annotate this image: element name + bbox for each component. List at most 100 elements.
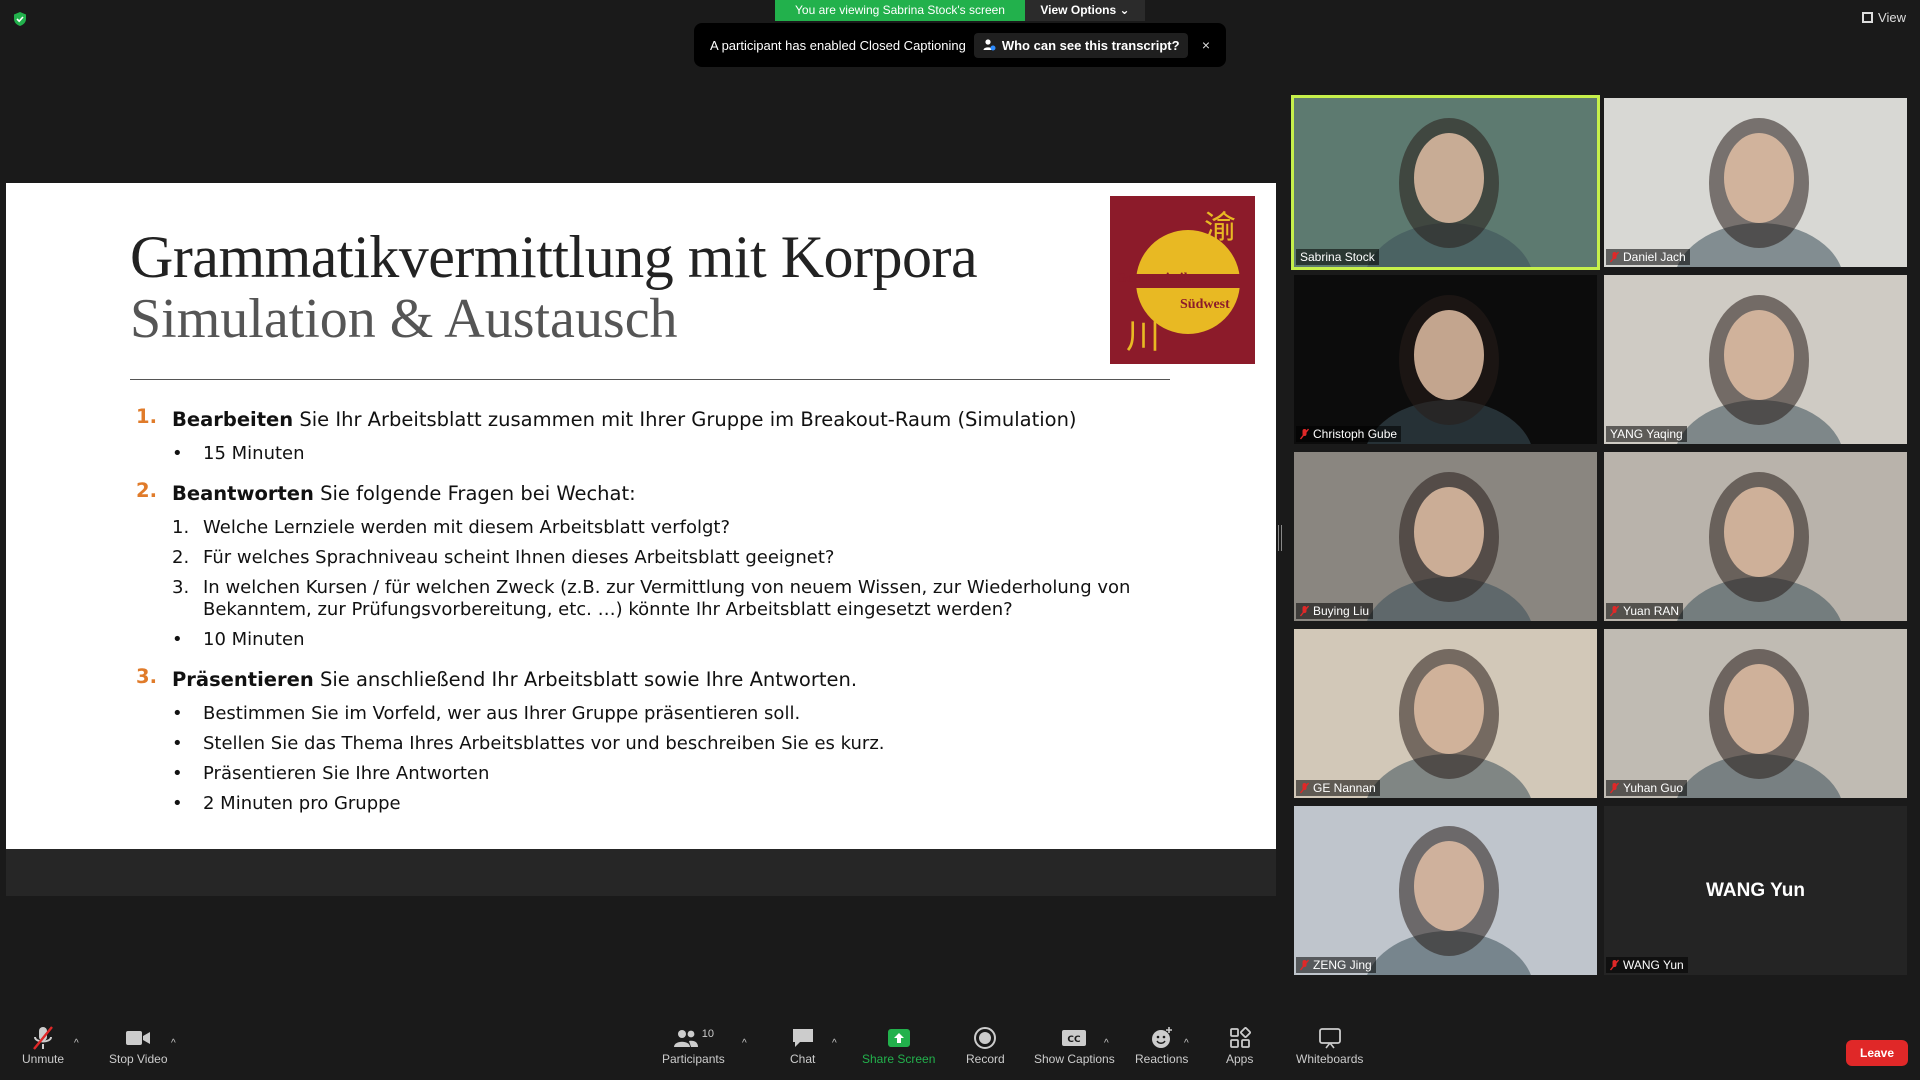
record-label: Record	[966, 1052, 1005, 1066]
captions-options-chevron-icon[interactable]: ^	[1104, 1038, 1109, 1049]
participant-tile[interactable]: YANG Yaqing	[1604, 275, 1907, 444]
participant-gallery: Sabrina Stock Daniel Jach Christoph Gube YA…	[1291, 95, 1910, 978]
subitem-text: 10 Minuten	[203, 629, 305, 650]
logo-char-top: 渝	[1204, 208, 1236, 246]
participant-tile[interactable]: Sabrina Stock	[1291, 95, 1600, 270]
viewing-screen-label: You are viewing Sabrina Stock's screen	[775, 0, 1025, 21]
microphone-muted-icon	[1300, 428, 1309, 440]
share-screen-button[interactable]: Share Screen	[862, 1024, 935, 1066]
participants-button[interactable]: 10 Participants	[662, 1024, 725, 1066]
subitem-text: 15 Minuten	[203, 443, 305, 464]
task-verb: Präsentieren	[172, 668, 314, 691]
security-shield-icon[interactable]	[12, 11, 28, 27]
reactions-options-chevron-icon[interactable]: ^	[1184, 1038, 1189, 1049]
participants-count: 10	[701, 1028, 714, 1040]
unmute-button[interactable]: Unmute	[22, 1024, 64, 1066]
participants-options-chevron-icon[interactable]: ^	[742, 1038, 747, 1049]
who-can-see-label: Who can see this transcript?	[1001, 37, 1180, 53]
task-heading: Bearbeiten Sie Ihr Arbeitsblatt zusammen…	[172, 405, 1176, 435]
show-captions-button[interactable]: CC Show Captions	[1034, 1024, 1115, 1066]
microphone-muted-icon	[1610, 959, 1619, 971]
apps-button[interactable]: Apps	[1226, 1024, 1253, 1066]
whiteboards-button[interactable]: Whiteboards	[1296, 1024, 1363, 1066]
participant-name: Buying Liu	[1313, 604, 1370, 618]
participant-name-label: Yuan RAN	[1606, 603, 1684, 619]
presentation-slide: Grammatikvermittlung mit Korpora Simulat…	[6, 183, 1276, 849]
subitem-marker: •	[172, 629, 183, 650]
subitem-marker: •	[172, 733, 183, 754]
chevron-down-icon: ⌄	[1119, 3, 1130, 17]
chat-button[interactable]: Chat	[790, 1024, 815, 1066]
participant-video	[1294, 629, 1597, 798]
chat-bubble-icon	[792, 1029, 813, 1047]
task-subitem: 1. Welche Lernziele werden mit diesem Arb…	[172, 517, 1176, 539]
subitem-marker: •	[172, 703, 183, 724]
task-subitem: • 2 Minuten pro Gruppe	[172, 793, 1176, 815]
participant-tile[interactable]: ZENG Jing	[1294, 806, 1597, 975]
task-subitem: • Stellen Sie das Thema Ihres Arbeitsblat…	[172, 733, 1176, 755]
participant-tile[interactable]: Daniel Jach	[1604, 98, 1907, 267]
participant-tile[interactable]: Yuhan Guo	[1604, 629, 1907, 798]
audio-options-chevron-icon[interactable]: ^	[74, 1038, 79, 1049]
subitem-text: 2 Minuten pro Gruppe	[203, 793, 401, 814]
participant-video	[1294, 452, 1597, 621]
participant-video	[1294, 98, 1597, 267]
logo-line2: Südwest	[1180, 297, 1230, 312]
participant-name: Sabrina Stock	[1300, 250, 1375, 264]
view-layout-label: View	[1878, 10, 1906, 25]
task-subitem: 3. In welchen Kursen / für welchen Zweck …	[172, 577, 1176, 621]
title-divider	[130, 379, 1170, 380]
participant-video	[1604, 275, 1907, 444]
participant-name-label: Christoph Gube	[1296, 426, 1402, 442]
participant-name-label: WANG Yun	[1606, 957, 1688, 973]
record-button[interactable]: Record	[966, 1024, 1005, 1066]
chat-options-chevron-icon[interactable]: ^	[832, 1038, 837, 1049]
participant-name-label: YANG Yaqing	[1606, 426, 1687, 442]
participant-tile[interactable]: WANG Yun WANG Yun	[1604, 806, 1907, 975]
participants-icon	[673, 1030, 698, 1047]
participant-name-label: GE Nannan	[1296, 780, 1380, 796]
participant-name-label: Sabrina Stock	[1296, 249, 1379, 265]
microphone-muted-icon	[1610, 782, 1619, 794]
participant-name-label: Daniel Jach	[1606, 249, 1690, 265]
view-layout-button[interactable]: View	[1862, 10, 1906, 25]
slide-footer-bar	[6, 849, 1276, 896]
grid-view-icon	[1862, 12, 1874, 23]
subitem-text: Präsentieren Sie Ihre Antworten	[203, 763, 490, 784]
screen-share-banner: You are viewing Sabrina Stock's screen V…	[775, 0, 1145, 21]
participant-tile[interactable]: Buying Liu	[1294, 452, 1597, 621]
apps-grid-icon	[1229, 1027, 1251, 1048]
microphone-muted-icon	[1610, 251, 1619, 263]
video-options-chevron-icon[interactable]: ^	[171, 1038, 176, 1049]
view-options-button[interactable]: View Options ⌄	[1025, 0, 1145, 21]
task-number: 3.	[136, 665, 157, 688]
participant-tile[interactable]: Christoph Gube	[1294, 275, 1597, 444]
show-captions-label: Show Captions	[1034, 1052, 1115, 1066]
microphone-muted-icon	[1300, 605, 1309, 617]
subitem-marker: •	[172, 793, 183, 814]
stop-video-button[interactable]: Stop Video	[109, 1024, 168, 1066]
closed-captions-icon: CC	[1062, 1030, 1087, 1046]
participant-tile[interactable]: Yuan RAN	[1604, 452, 1907, 621]
task-list: 1. Bearbeiten Sie Ihr Arbeitsblatt zusamm…	[136, 405, 1176, 815]
reactions-button[interactable]: Reactions	[1135, 1024, 1188, 1066]
task-item: 3. Präsentieren Sie anschließend Ihr Arbe…	[136, 665, 1176, 815]
leave-button[interactable]: Leave	[1846, 1040, 1908, 1066]
close-icon[interactable]: ×	[1202, 37, 1210, 53]
share-screen-icon	[887, 1029, 910, 1047]
meeting-toolbar: Unmute ^ Stop Video ^ 10 Participants ^	[0, 1018, 1920, 1080]
participant-video	[1604, 452, 1907, 621]
task-text: Sie Ihr Arbeitsblatt zusammen mit Ihrer …	[293, 408, 1077, 431]
germanistik-suedwest-logo: 渝 Germanistik Südwest 川	[1110, 196, 1255, 364]
whiteboard-icon	[1318, 1028, 1341, 1049]
task-subitem: • Bestimmen Sie im Vorfeld, wer aus Ihrer…	[172, 703, 1176, 725]
task-subitem: 2. Für welches Sprachniveau scheint Ihnen…	[172, 547, 1176, 569]
who-can-see-transcript-button[interactable]: Who can see this transcript?	[973, 32, 1188, 58]
panel-resize-handle[interactable]	[1278, 525, 1282, 551]
task-number: 2.	[136, 479, 157, 502]
smiley-reaction-icon	[1151, 1027, 1172, 1048]
record-icon	[974, 1027, 997, 1049]
reactions-label: Reactions	[1135, 1052, 1189, 1066]
participant-tile[interactable]: GE Nannan	[1294, 629, 1597, 798]
video-camera-icon	[126, 1031, 151, 1045]
